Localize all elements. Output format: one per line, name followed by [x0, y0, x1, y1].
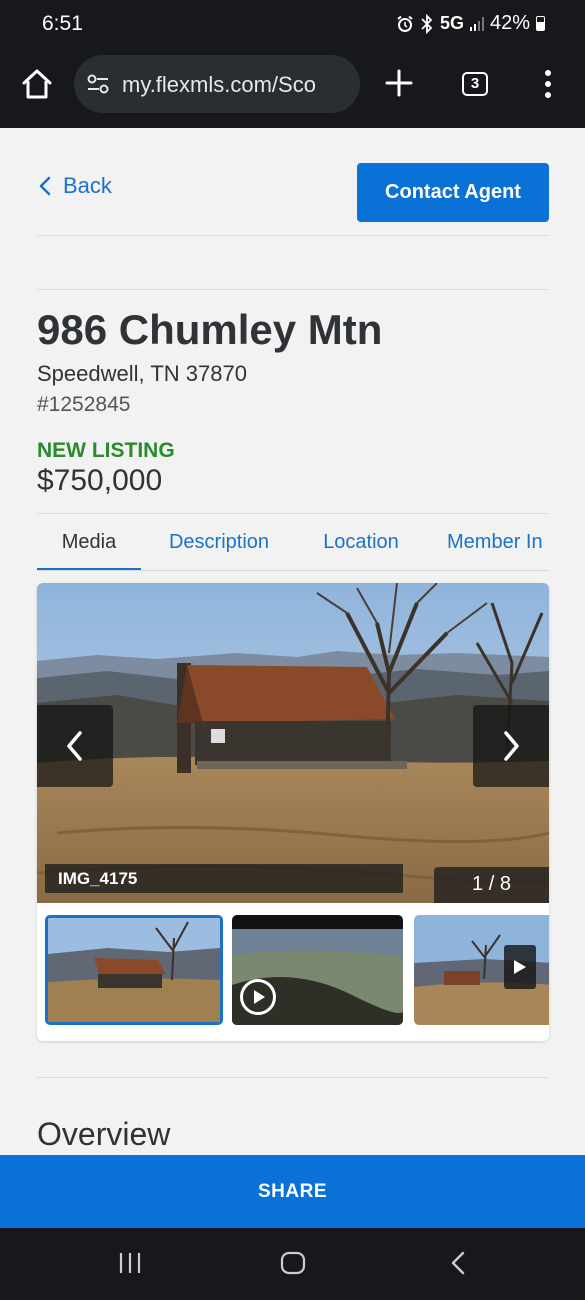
system-navigation-bar: [0, 1228, 585, 1300]
home-nav-icon[interactable]: [280, 1250, 306, 1276]
back-link[interactable]: Back: [37, 173, 112, 199]
new-tab-icon[interactable]: [382, 66, 416, 100]
divider: [37, 1077, 549, 1078]
tab-member-info[interactable]: Member In: [437, 514, 549, 570]
tab-count: 3: [470, 75, 480, 92]
contact-agent-button[interactable]: Contact Agent: [357, 163, 549, 222]
bluetooth-icon: [421, 13, 433, 34]
tab-description[interactable]: Description: [157, 514, 281, 570]
thumbnail-1[interactable]: [45, 915, 223, 1025]
status-icons: 5G 42%: [396, 12, 545, 35]
overview-heading: Overview: [37, 1116, 171, 1152]
next-photo-button[interactable]: [473, 705, 549, 787]
home-icon[interactable]: [20, 67, 54, 101]
browser-toolbar: my.flexmls.com/Sco 3: [0, 50, 585, 128]
alarm-icon: [397, 15, 413, 32]
thumbnail-strip: [37, 903, 549, 1041]
tab-media[interactable]: Media: [37, 514, 141, 570]
status-time: 6:51: [42, 12, 83, 35]
listing-mls-number: #1252845: [37, 393, 131, 416]
more-menu-icon[interactable]: [540, 68, 556, 100]
listing-city: Speedwell, TN 37870: [37, 361, 247, 386]
network-type: 5G: [439, 13, 464, 33]
previous-photo-button[interactable]: [37, 705, 113, 787]
address-bar[interactable]: my.flexmls.com/Sco: [74, 55, 360, 113]
listing-page: Back Contact Agent 986 Chumley Mtn Speed…: [0, 128, 585, 1155]
divider: [37, 235, 549, 236]
site-settings-icon[interactable]: [86, 73, 110, 95]
chevron-left-icon: [67, 731, 82, 761]
battery-level: 42%: [489, 12, 530, 34]
play-icon: [240, 979, 276, 1015]
detail-tabs: Media Description Location Member In: [37, 513, 549, 571]
media-gallery: IMG_4175 1 / 8: [37, 583, 549, 1041]
status-badge: NEW LISTING: [37, 439, 175, 462]
tab-switcher-icon[interactable]: 3: [462, 72, 488, 96]
share-button[interactable]: SHARE: [0, 1155, 585, 1228]
battery-icon: [536, 16, 545, 31]
thumbnail-3[interactable]: [414, 915, 549, 1025]
back-label: Back: [63, 173, 112, 198]
chevron-left-icon: [39, 176, 51, 196]
tab-location[interactable]: Location: [309, 514, 413, 570]
main-photo[interactable]: IMG_4175 1 / 8: [37, 583, 549, 903]
recent-apps-icon[interactable]: [117, 1250, 143, 1276]
listing-title: 986 Chumley Mtn: [37, 306, 383, 353]
listing-price: $750,000: [37, 464, 163, 497]
divider: [37, 289, 549, 290]
chevron-right-icon: [504, 731, 519, 761]
photo-counter: 1 / 8: [434, 867, 549, 903]
thumbnail-2-video[interactable]: [232, 915, 403, 1025]
signal-icon: [469, 16, 484, 31]
url-text[interactable]: my.flexmls.com/Sco: [122, 72, 316, 98]
back-nav-icon[interactable]: [448, 1250, 470, 1276]
photo-caption: IMG_4175: [45, 864, 403, 893]
video-indicator-icon: [504, 945, 536, 989]
status-bar: 6:51 5G 42%: [0, 0, 585, 50]
